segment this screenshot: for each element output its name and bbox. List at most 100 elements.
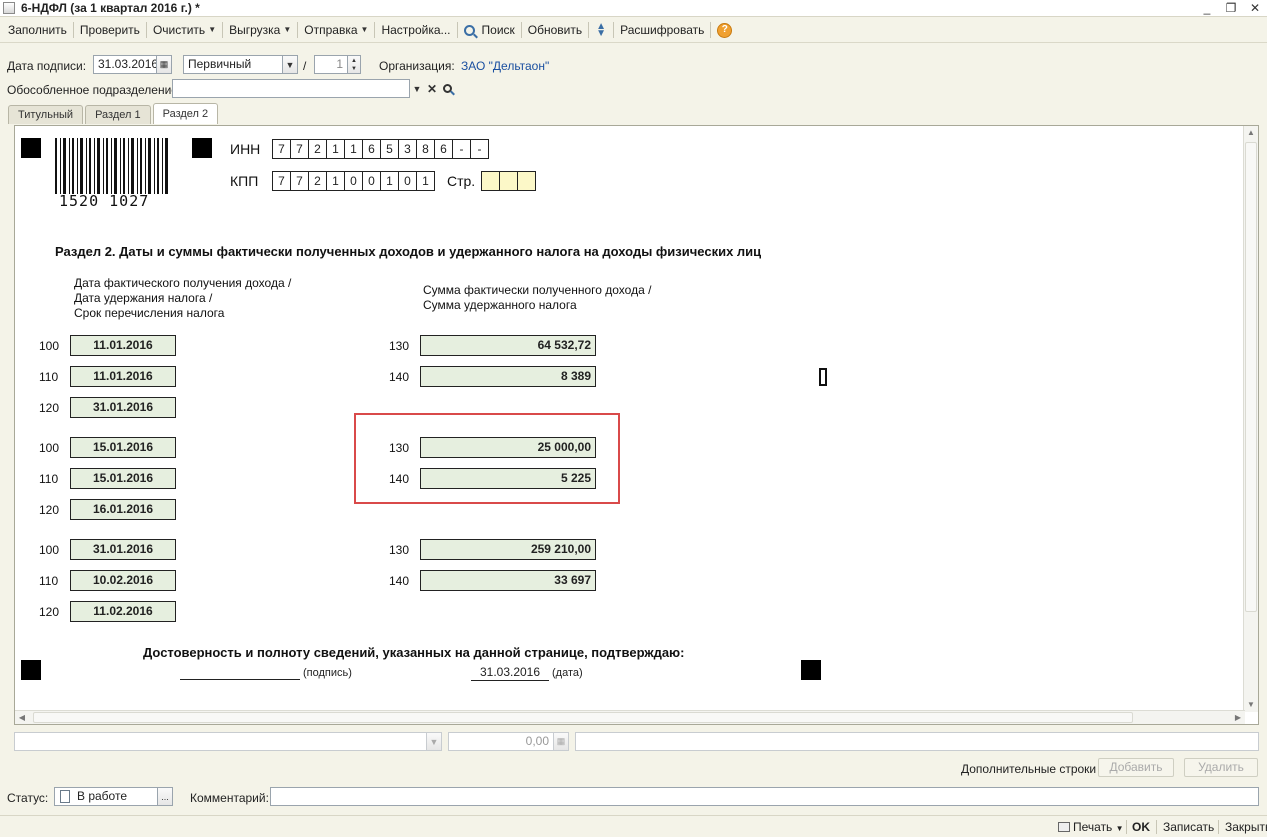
- fill-button[interactable]: Заполнить: [4, 20, 71, 40]
- close-window-button[interactable]: ✕: [1247, 1, 1263, 15]
- export-menu[interactable]: Выгрузка ▼: [225, 20, 295, 40]
- horizontal-scrollbar[interactable]: ◀ ▶: [15, 710, 1245, 724]
- inn-digit-cell: 8: [416, 139, 435, 159]
- barcode-number: 1520 1027: [59, 192, 150, 210]
- window-controls: _ ❐ ✕: [1199, 1, 1263, 15]
- search-button[interactable]: Поиск: [460, 20, 519, 40]
- correction-number-field[interactable]: 1: [314, 55, 348, 74]
- corner-marker: [21, 660, 41, 680]
- subdivision-label: Обособленное подразделение:: [7, 83, 182, 97]
- comment-field[interactable]: [270, 787, 1259, 806]
- check-button[interactable]: Проверить: [76, 20, 144, 40]
- clear-menu[interactable]: Очистить ▼: [149, 20, 220, 40]
- kpp-cells: 772100101: [272, 171, 435, 191]
- page-digit-cell[interactable]: [499, 171, 518, 191]
- sign-date-field[interactable]: 31.03.2016: [93, 55, 157, 74]
- spin-down-icon: ▼: [351, 65, 357, 72]
- date-field[interactable]: 15.01.2016: [70, 437, 176, 458]
- search-icon: [442, 84, 452, 93]
- row-select[interactable]: [14, 732, 427, 751]
- chevron-down-icon: ▼: [285, 59, 295, 70]
- vertical-scrollbar[interactable]: ▲ ▼: [1243, 126, 1258, 712]
- page-number-cells[interactable]: [481, 171, 536, 191]
- inn-label: ИНН: [230, 141, 261, 157]
- dropdown-arrow-icon: ▼: [360, 25, 369, 34]
- tab-section-2[interactable]: Раздел 2: [152, 103, 219, 124]
- calculator-button[interactable]: ▦: [553, 732, 569, 751]
- kpp-digit-cell: 0: [398, 171, 417, 191]
- calendar-button[interactable]: ▦: [156, 55, 172, 74]
- right-column-header: Сумма фактически полученного дохода / Су…: [423, 283, 651, 313]
- amount-field[interactable]: 0,00: [448, 732, 554, 751]
- delete-row-button[interactable]: Удалить: [1184, 758, 1258, 777]
- send-menu[interactable]: Отправка ▼: [300, 20, 372, 40]
- line-code: 120: [39, 503, 60, 517]
- date-field[interactable]: 16.01.2016: [70, 499, 176, 520]
- save-button[interactable]: Записать: [1163, 820, 1214, 834]
- settings-button[interactable]: Настройка...: [377, 20, 454, 40]
- corner-marker: [21, 138, 41, 158]
- scroll-left-icon[interactable]: ◀: [15, 711, 29, 724]
- tab-title-page[interactable]: Титульный: [8, 105, 84, 124]
- scroll-right-icon[interactable]: ▶: [1231, 711, 1245, 724]
- print-menu[interactable]: Печать ▼: [1058, 820, 1124, 834]
- subdivision-dropdown-button[interactable]: ▼: [409, 79, 425, 98]
- date-field[interactable]: 31.01.2016: [70, 539, 176, 560]
- add-row-button[interactable]: Добавить: [1098, 758, 1174, 777]
- description-field[interactable]: [575, 732, 1259, 751]
- page-digit-cell[interactable]: [481, 171, 500, 191]
- date-field[interactable]: 31.01.2016: [70, 397, 176, 418]
- tab-section-1[interactable]: Раздел 1: [85, 105, 151, 124]
- line-code: 100: [39, 543, 60, 557]
- date-field[interactable]: 11.01.2016: [70, 366, 176, 387]
- printer-icon: [1058, 822, 1070, 832]
- subdivision-search-button[interactable]: [439, 79, 455, 98]
- refresh-button[interactable]: Обновить: [524, 20, 586, 40]
- kpp-digit-cell: 1: [416, 171, 435, 191]
- tab-bar: Титульный Раздел 1 Раздел 2: [8, 103, 219, 125]
- comment-label: Комментарий:: [190, 791, 269, 805]
- toolbar-separator: [297, 22, 299, 38]
- toolbar: Заполнить Проверить Очистить ▼ Выгрузка ▼ …: [0, 18, 1267, 43]
- move-updown-button[interactable]: ▲ ▼: [591, 20, 611, 40]
- amount-field[interactable]: 8 389: [420, 366, 596, 387]
- help-button[interactable]: ?: [713, 20, 736, 40]
- date-field[interactable]: 11.02.2016: [70, 601, 176, 622]
- amount-field[interactable]: 259 210,00: [420, 539, 596, 560]
- decode-button[interactable]: Расшифровать: [616, 20, 708, 40]
- date-field[interactable]: 15.01.2016: [70, 468, 176, 489]
- ok-button[interactable]: OK: [1132, 820, 1150, 834]
- org-link[interactable]: ЗАО "Дельтаон": [461, 59, 549, 73]
- date-field[interactable]: 11.01.2016: [70, 335, 176, 356]
- subdivision-clear-button[interactable]: ✕: [424, 79, 440, 98]
- scroll-down-icon[interactable]: ▼: [1244, 698, 1258, 712]
- sum-line-code: 140: [389, 370, 410, 384]
- footer-separator: [1126, 820, 1127, 834]
- maximize-button[interactable]: ❐: [1223, 1, 1239, 15]
- amount-field[interactable]: 64 532,72: [420, 335, 596, 356]
- doc-type-dropdown-button[interactable]: ▼: [282, 55, 298, 74]
- date-field[interactable]: 10.02.2016: [70, 570, 176, 591]
- confirm-date[interactable]: 31.03.2016: [471, 665, 549, 681]
- row-select-dropdown[interactable]: ▼: [426, 732, 442, 751]
- correction-spinner[interactable]: ▲ ▼: [347, 55, 361, 74]
- scroll-thumb[interactable]: [33, 712, 1133, 723]
- status-field[interactable]: В работе: [54, 787, 158, 806]
- kpp-digit-cell: 7: [272, 171, 291, 191]
- inn-digit-cell: -: [452, 139, 471, 159]
- page-digit-cell[interactable]: [517, 171, 536, 191]
- help-icon: ?: [717, 22, 733, 38]
- kpp-digit-cell: 1: [380, 171, 399, 191]
- subdivision-field[interactable]: [172, 79, 410, 98]
- doc-type-select[interactable]: Первичный: [183, 55, 283, 74]
- minimize-button[interactable]: _: [1199, 1, 1215, 15]
- barcode: [55, 138, 168, 194]
- chevron-down-icon: ▼: [429, 736, 439, 747]
- line-code: 100: [39, 339, 60, 353]
- status-select-button[interactable]: ...: [157, 787, 173, 806]
- export-label: Выгрузка: [229, 23, 281, 37]
- scroll-thumb[interactable]: [1245, 142, 1257, 612]
- close-button[interactable]: Закрыть: [1225, 820, 1267, 834]
- amount-field[interactable]: 33 697: [420, 570, 596, 591]
- scroll-up-icon[interactable]: ▲: [1244, 126, 1258, 140]
